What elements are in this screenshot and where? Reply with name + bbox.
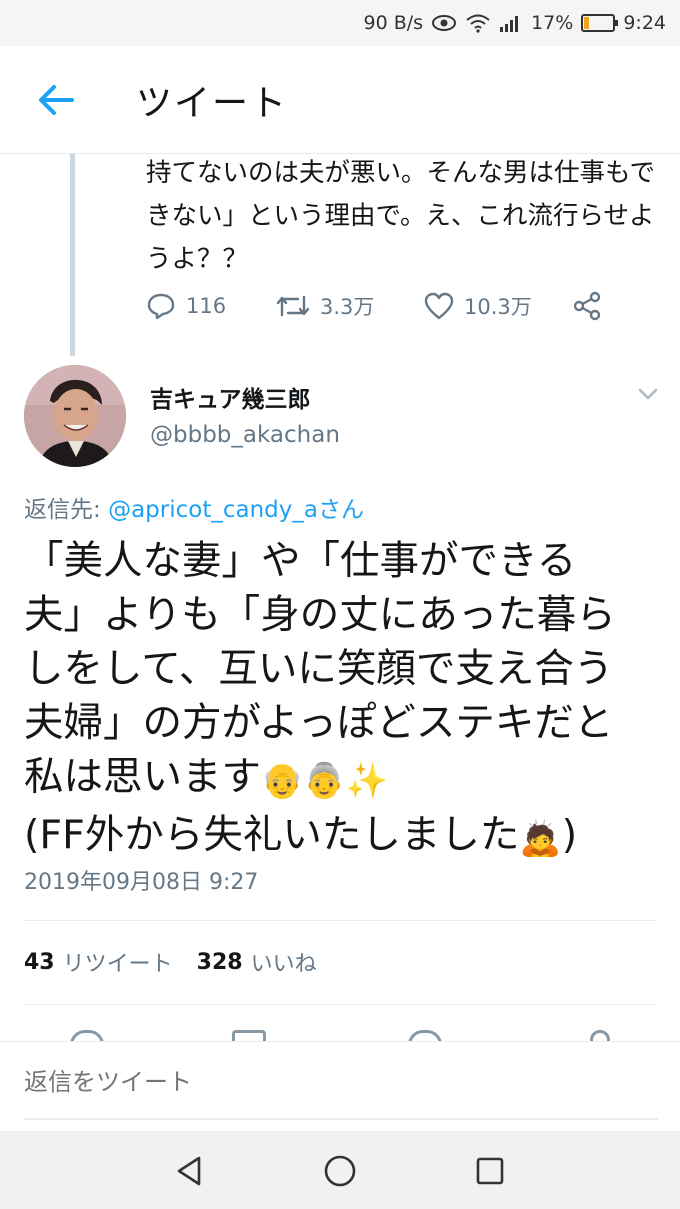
- reply-to-prefix: 返信先:: [24, 497, 109, 523]
- retweet-total[interactable]: 43: [24, 950, 55, 975]
- tweet-line: 「美人な妻」や「仕事ができる: [24, 538, 577, 584]
- retweet-label[interactable]: リツイート: [63, 946, 173, 978]
- retweet-count: 3.3万: [320, 295, 375, 319]
- nav-recents-button[interactable]: [470, 1151, 510, 1191]
- eye-icon: [431, 14, 457, 32]
- sparkles-emoji: ✨: [345, 761, 389, 801]
- reply-count: 116: [186, 294, 227, 318]
- android-nav-bar: [0, 1131, 680, 1209]
- like-label[interactable]: いいね: [251, 946, 317, 978]
- reply-icon: [147, 293, 175, 320]
- tweet-text: 「美人な妻」や「仕事ができる 夫」よりも「身の丈にあった暮ら しをして、互いに笑…: [24, 534, 664, 866]
- battery-percent: 17%: [531, 12, 574, 34]
- divider: [24, 1004, 656, 1005]
- retweet-button[interactable]: 3.3万: [276, 291, 424, 321]
- share-icon: [573, 291, 601, 321]
- share-button[interactable]: [572, 291, 612, 321]
- arrow-left-icon: [39, 85, 74, 115]
- tweet-line: 夫婦」の方がよっぽどステキだと: [24, 700, 614, 746]
- tweet-line-tail: ): [561, 812, 578, 858]
- network-speed: 90 B/s: [363, 12, 424, 34]
- triangle-back-icon: [177, 1156, 201, 1186]
- app-header: ツイート: [0, 46, 680, 154]
- previous-tweet-actions: 116 3.3万 10.3万: [146, 286, 626, 326]
- retweet-icon: [276, 295, 310, 317]
- reply-to-line: 返信先: @apricot_candy_aさん: [24, 490, 364, 524]
- status-icons: 90 B/s 17% 9:24: [364, 0, 666, 46]
- circle-home-icon: [324, 1155, 356, 1187]
- page-title: ツイート: [136, 83, 289, 124]
- heart-icon: [424, 292, 454, 320]
- like-button[interactable]: 10.3万: [424, 291, 572, 321]
- tweet-line: (FF外から失礼いたしました: [24, 812, 520, 858]
- nav-home-button[interactable]: [320, 1151, 360, 1191]
- tweet-menu-button[interactable]: [636, 384, 660, 404]
- back-button[interactable]: [32, 80, 80, 120]
- tweet-stats: 43 リツイート 328 いいね: [24, 946, 341, 978]
- divider: [24, 920, 656, 921]
- status-bar: 90 B/s 17% 9:24: [0, 0, 680, 46]
- square-recents-icon: [476, 1157, 504, 1185]
- tweet-timestamp: 2019年09月08日 9:27: [24, 870, 259, 895]
- tweet-line: 夫」よりも「身の丈にあった暮ら: [24, 592, 616, 638]
- user-handle[interactable]: @bbbb_akachan: [150, 422, 340, 448]
- old-man-emoji: 👴: [261, 761, 304, 801]
- thread-line: [70, 154, 75, 356]
- previous-tweet-text: 持てないのは夫が悪い。そんな男は仕事もできない」という理由で。え、これ流行らせよ…: [146, 158, 655, 274]
- old-woman-emoji: 👵: [303, 761, 346, 801]
- chevron-down-icon: [638, 388, 658, 400]
- reply-button[interactable]: 116: [146, 292, 266, 320]
- reply-to-user-link[interactable]: @apricot_candy_aさん: [108, 497, 364, 523]
- like-total[interactable]: 328: [197, 950, 243, 975]
- like-count: 10.3万: [464, 295, 532, 319]
- wifi-icon: [465, 13, 491, 33]
- reply-input[interactable]: [24, 1046, 658, 1120]
- clock: 9:24: [623, 12, 666, 34]
- tweet-line: しをして、互いに笑顔で支え合う: [24, 646, 614, 692]
- avatar[interactable]: [24, 365, 126, 467]
- tweet-line: 私は思います: [24, 754, 261, 800]
- bowing-person-emoji: 🙇: [519, 819, 562, 859]
- nav-back-button[interactable]: [170, 1151, 210, 1191]
- signal-icon: [499, 13, 523, 33]
- reply-bar: [0, 1041, 680, 1131]
- display-name[interactable]: 吉キュア幾三郎: [150, 380, 311, 414]
- tweet-action-bar: [0, 1024, 680, 1042]
- battery-icon: [581, 14, 619, 32]
